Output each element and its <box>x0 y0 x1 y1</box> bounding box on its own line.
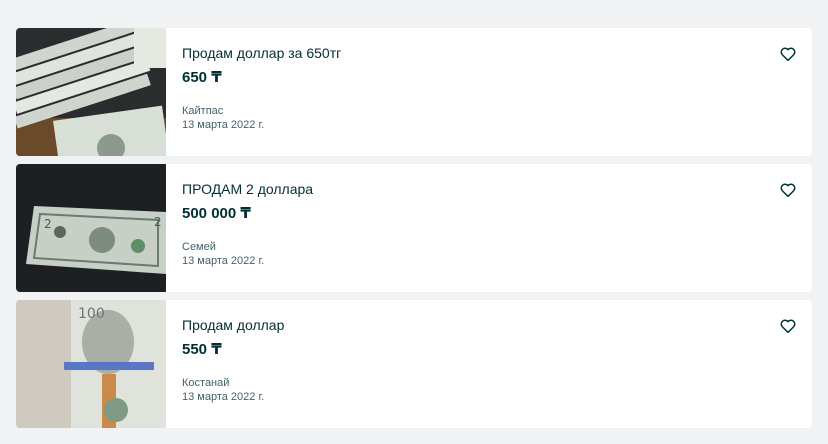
listing-price: 650 ₸ <box>182 69 222 86</box>
listing-info: Продам доллар за 650тг 650 ₸ Кайтпас 13 … <box>166 28 812 156</box>
listing-info: ПРОДАМ 2 доллара 500 000 ₸ Семей 13 март… <box>166 164 812 292</box>
listing-title[interactable]: Продам доллар за 650тг <box>182 44 796 62</box>
listing-photo-two-dollar-bill[interactable]: 2 2 <box>16 164 166 292</box>
svg-text:2: 2 <box>44 217 52 231</box>
listing-date: 13 марта 2022 г. <box>182 391 265 403</box>
listing-photo-dollar-stacks[interactable] <box>16 28 166 156</box>
listing-date: 13 марта 2022 г. <box>182 255 265 267</box>
svg-text:2: 2 <box>154 215 162 229</box>
listing-date: 13 марта 2022 г. <box>182 119 265 131</box>
listing-price: 500 000 ₸ <box>182 205 251 222</box>
listing-info: Продам доллар 550 ₸ Костанай 13 марта 20… <box>166 300 812 428</box>
photo-image: 100 <box>16 300 166 428</box>
listing-card[interactable]: 100 Продам доллар 550 ₸ Костанай 13 март… <box>16 300 812 428</box>
photo-image <box>16 28 166 156</box>
heart-outline-icon[interactable] <box>778 316 798 336</box>
listing-photo-hundred-dollar-bill[interactable]: 100 <box>16 300 166 428</box>
photo-image: 2 2 <box>16 164 166 292</box>
heart-outline-icon[interactable] <box>778 180 798 200</box>
listing-card[interactable]: Продам доллар за 650тг 650 ₸ Кайтпас 13 … <box>16 28 812 156</box>
listing-location: Костанай <box>182 377 230 389</box>
listing-location: Семей <box>182 241 216 253</box>
listing-card[interactable]: 2 2 ПРОДАМ 2 доллара 500 000 ₸ Семей 13 … <box>16 164 812 292</box>
listing-title[interactable]: ПРОДАМ 2 доллара <box>182 180 796 198</box>
listing-location: Кайтпас <box>182 105 224 117</box>
listing-price: 550 ₸ <box>182 341 222 358</box>
listing-title[interactable]: Продам доллар <box>182 316 796 334</box>
svg-text:100: 100 <box>78 306 105 322</box>
listing-list: Продам доллар за 650тг 650 ₸ Кайтпас 13 … <box>16 28 812 436</box>
heart-outline-icon[interactable] <box>778 44 798 64</box>
